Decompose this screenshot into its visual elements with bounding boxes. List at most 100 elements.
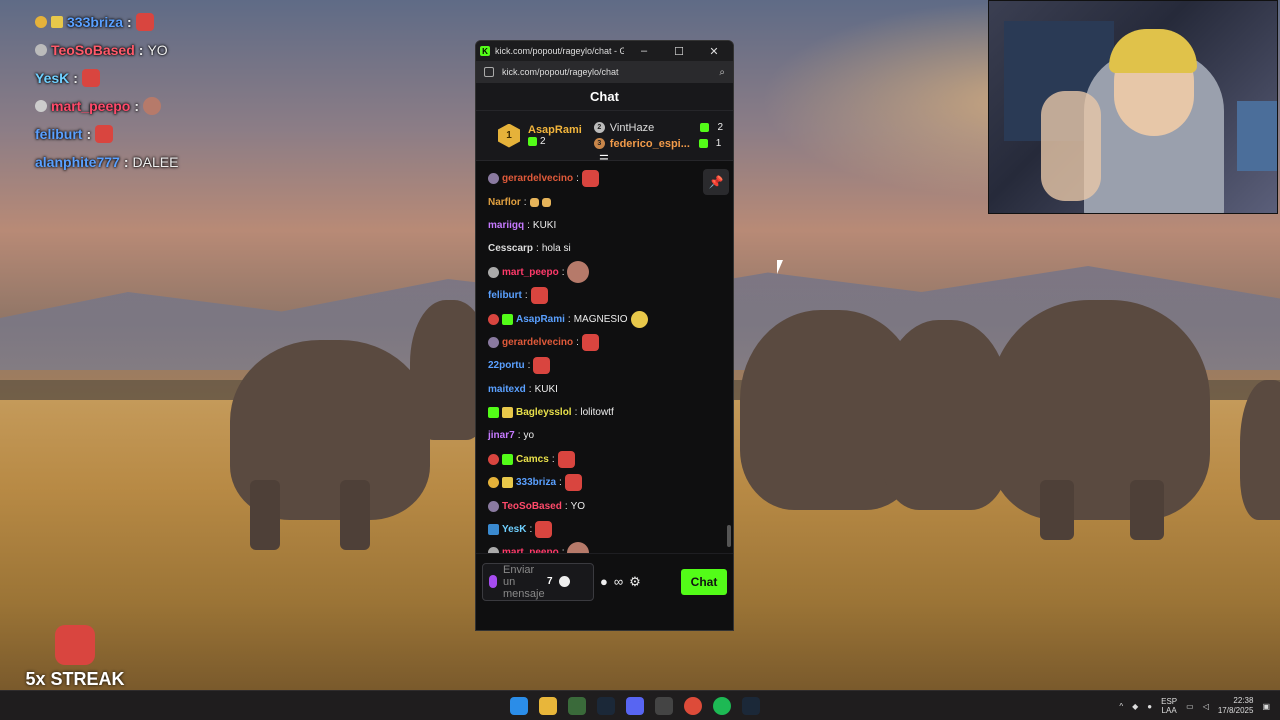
chat-message[interactable]: TeoSoBased: YO — [488, 494, 721, 517]
pin-icon[interactable]: 📌 — [703, 169, 729, 195]
leader-name[interactable]: AsapRami — [528, 124, 582, 136]
chat-input[interactable]: Enviar un mensaje 7 — [482, 562, 594, 601]
badge-icon — [488, 266, 499, 278]
badge-icon — [35, 16, 47, 28]
send-chat-button[interactable]: Chat — [681, 568, 727, 595]
chat-input-placeholder[interactable]: Enviar un mensaje — [503, 564, 545, 600]
clock[interactable]: 22:38 17/8/2025 — [1218, 696, 1254, 716]
infinity-icon[interactable]: ∞ — [614, 574, 623, 589]
steam-icon[interactable] — [742, 697, 760, 715]
chat-message[interactable]: maitexd: KUKI — [488, 378, 721, 401]
notification-icon[interactable]: ▣ — [1262, 702, 1270, 711]
volume-icon[interactable]: ◁ — [1203, 702, 1209, 711]
gift-icon — [700, 123, 710, 132]
chat-username[interactable]: Narflor — [488, 197, 521, 208]
chat-username[interactable]: AsapRami — [516, 314, 565, 325]
chat-username[interactable]: gerardelvecino — [502, 337, 573, 348]
security-icon[interactable]: ◆ — [1132, 702, 1138, 711]
zoom-icon[interactable]: ⌕ — [719, 67, 725, 78]
chat-username[interactable]: mart_peepo — [502, 547, 559, 553]
taskbar-apps — [510, 691, 760, 720]
overlay-chat-line: TeoSoBased: YO — [35, 36, 295, 64]
lang-layout: LAA — [1161, 706, 1177, 715]
address-bar[interactable]: kick.com/popout/rageylo/chat ⌕ — [476, 61, 733, 83]
emote-icon — [581, 170, 599, 188]
kick-emote-icon[interactable]: 7 — [547, 576, 553, 587]
chat-message[interactable]: 333briza: — [488, 471, 721, 494]
chat-username[interactable]: Bagleysslol — [516, 407, 572, 418]
clap-emoji-icon — [529, 197, 539, 207]
overlay-username: TeoSoBased — [51, 42, 135, 58]
chat-username[interactable]: jinar7 — [488, 430, 515, 441]
chat-message[interactable]: Bagleysslol: lolitowtf — [488, 401, 721, 424]
leaderboard-third[interactable]: 3 federico_espi... 1 — [593, 138, 723, 150]
users-icon[interactable]: ● — [600, 574, 608, 589]
rank-3-badge-icon: 3 — [593, 138, 605, 149]
discord-icon[interactable] — [626, 697, 644, 715]
chat-message[interactable]: mariigq: KUKI — [488, 214, 721, 237]
chat-username[interactable]: YesK — [502, 524, 526, 535]
chat-title: Chat — [476, 83, 733, 111]
window-titlebar[interactable]: K kick.com/popout/rageylo/chat - Google.… — [476, 41, 733, 61]
leader-name[interactable]: VintHaze — [610, 122, 696, 134]
chat-username[interactable]: gerardelvecino — [502, 173, 573, 184]
overlay-chat-line: YesK: — [35, 64, 295, 92]
emote-icon — [567, 541, 590, 553]
chat-username[interactable]: maitexd — [488, 384, 526, 395]
chat-username[interactable]: feliburt — [488, 290, 522, 301]
cam-background-monitor — [1237, 101, 1277, 171]
badge-icon — [488, 524, 499, 536]
chat-message[interactable]: feliburt: — [488, 284, 721, 307]
tray-chevron-icon[interactable]: ^ — [1119, 702, 1123, 711]
chat-message[interactable]: mart_peepo: — [488, 541, 721, 553]
chat-message[interactable]: Cesscarp: hola si — [488, 237, 721, 260]
maximize-button[interactable]: ☐ — [664, 45, 694, 58]
chat-message[interactable]: 22portu: — [488, 354, 721, 377]
leaderboard-second[interactable]: 2 VintHaze 2 — [593, 122, 723, 134]
chat-username[interactable]: Cesscarp — [488, 243, 533, 254]
spotify-icon[interactable] — [713, 697, 731, 715]
emote-icon — [95, 125, 114, 143]
chat-message[interactable]: AsapRami: MAGNESIO — [488, 307, 721, 330]
gear-icon[interactable]: ⚙ — [629, 574, 641, 590]
chat-message[interactable]: jinar7: yo — [488, 424, 721, 447]
mic-icon[interactable]: ● — [1147, 702, 1152, 711]
chat-message[interactable]: Camcs: — [488, 448, 721, 471]
chat-username[interactable]: TeoSoBased — [502, 501, 562, 512]
emote-icon — [630, 310, 648, 328]
chat-username[interactable]: 333briza — [516, 477, 556, 488]
minimize-button[interactable]: – — [629, 45, 659, 57]
chat-username[interactable]: 22portu — [488, 360, 525, 371]
chat-message[interactable]: gerardelvecino: — [488, 167, 721, 190]
file-explorer-icon[interactable] — [539, 697, 557, 715]
chat-text: hola si — [541, 243, 571, 255]
chat-username[interactable]: mariigq — [488, 220, 524, 231]
chrome-icon[interactable] — [684, 697, 702, 715]
app-icon[interactable] — [568, 697, 586, 715]
url-text[interactable]: kick.com/popout/rageylo/chat — [502, 67, 711, 77]
chat-message[interactable]: YesK: — [488, 518, 721, 541]
gift-leaderboard: 1 AsapRami 2 2 VintHaze 2 3 federico_esp… — [476, 111, 733, 166]
badge-icon — [488, 336, 499, 348]
app-icon[interactable] — [655, 697, 673, 715]
chat-scrollbar[interactable] — [727, 525, 731, 547]
site-settings-icon[interactable] — [484, 67, 494, 77]
start-icon[interactable] — [510, 697, 528, 715]
overlay-username: 333briza — [67, 14, 124, 30]
chat-messages[interactable]: gerardelvecino: Narflor: mariigq: KUKI Ce… — [476, 161, 733, 553]
chat-username[interactable]: mart_peepo — [502, 267, 559, 278]
chat-message[interactable]: gerardelvecino: — [488, 331, 721, 354]
language-indicator[interactable]: ESP LAA — [1161, 697, 1177, 715]
steam-icon[interactable] — [597, 697, 615, 715]
chat-message[interactable]: mart_peepo: — [488, 261, 721, 284]
chat-username[interactable]: Camcs — [516, 454, 549, 465]
leader-name[interactable]: federico_espi... — [610, 138, 694, 150]
elephant — [990, 300, 1210, 520]
badge-icon — [488, 547, 499, 553]
mic-icon[interactable] — [489, 575, 497, 588]
emoji-picker-icon[interactable] — [558, 576, 570, 587]
network-icon[interactable]: ▭ — [1186, 702, 1194, 711]
close-button[interactable]: ✕ — [699, 45, 729, 58]
chat-message[interactable]: Narflor: — [488, 190, 721, 213]
leaderboard-first[interactable]: AsapRami 2 — [528, 124, 582, 147]
